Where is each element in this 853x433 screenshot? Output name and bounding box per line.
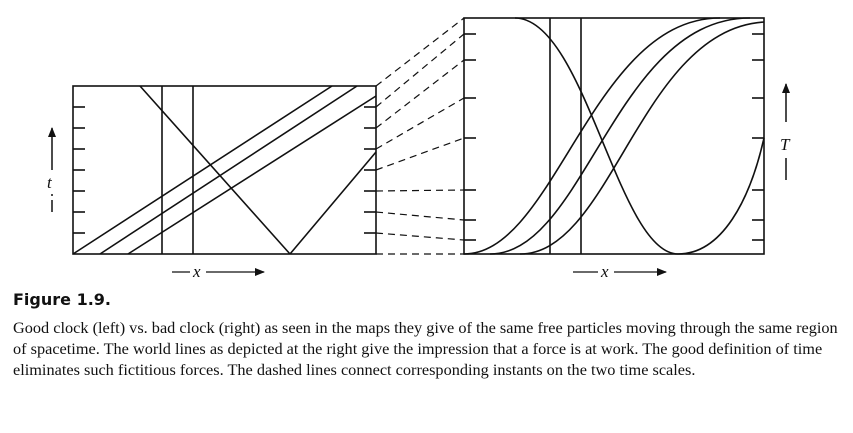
- right-worldline-moving-1: [463, 17, 721, 255]
- dashed-connectors: [375, 17, 465, 255]
- left-x-axis: x: [172, 262, 265, 281]
- left-t-axis: t: [44, 127, 60, 212]
- right-t-axis-label: T: [780, 135, 791, 154]
- connector-2: [375, 59, 465, 129]
- right-panel-bad-clock: [463, 17, 765, 255]
- figure-label: Figure 1.9.: [13, 290, 111, 309]
- connector-3: [375, 97, 465, 150]
- left-panel-frame: [72, 85, 377, 255]
- left-worldline-moving-2: [99, 85, 358, 255]
- right-x-axis: x: [573, 262, 667, 281]
- right-t-axis: T: [780, 83, 791, 180]
- right-x-axis-label: x: [600, 262, 609, 281]
- figure-caption: Good clock (left) vs. bad clock (right) …: [13, 318, 838, 379]
- connector-1: [375, 33, 465, 108]
- right-panel-ticks-left: [464, 33, 476, 241]
- left-panel-good-clock: [72, 85, 377, 255]
- right-worldline-reflect-down: [514, 17, 679, 255]
- right-worldline-moving-3: [519, 21, 765, 255]
- right-panel-ticks-right: [752, 33, 764, 241]
- right-worldline-reflect-up: [677, 137, 765, 255]
- right-panel-frame: [463, 17, 765, 255]
- connector-0: [375, 17, 465, 87]
- left-panel-ticks-left: [73, 106, 85, 234]
- spacetime-diagram: t x T x: [44, 17, 791, 281]
- left-worldline-moving-1: [72, 85, 333, 255]
- connector-6: [375, 211, 465, 221]
- connector-5: [375, 189, 465, 192]
- left-worldline-reflect-up: [289, 151, 377, 255]
- connector-7: [375, 232, 465, 241]
- right-worldline-moving-2: [489, 17, 751, 255]
- left-x-axis-label: x: [192, 262, 201, 281]
- left-panel-ticks-right: [364, 106, 376, 234]
- figure-1-9: t x T x: [0, 0, 853, 285]
- left-worldline-moving-3: [127, 95, 377, 255]
- connector-4: [375, 137, 465, 171]
